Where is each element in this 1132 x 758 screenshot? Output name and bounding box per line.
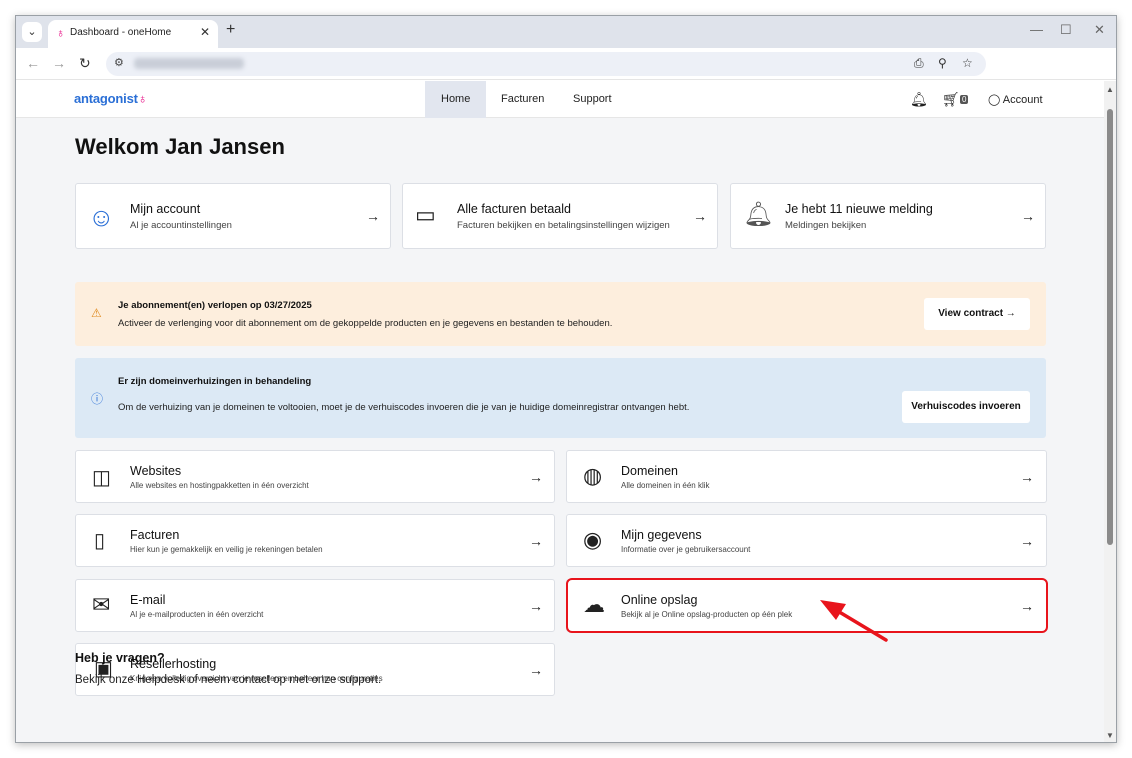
logo-mark-icon: ♁ — [137, 91, 148, 106]
card-subtitle: Alle domeinen in één klik — [621, 481, 710, 490]
warning-icon: ⚠ — [91, 306, 102, 320]
cart-icon[interactable]: 🛒︎ — [942, 91, 960, 108]
card-title: Alle facturen betaald — [457, 202, 571, 216]
card-mijn-gegevens[interactable]: ◉ Mijn gegevens Informatie over je gebru… — [566, 514, 1047, 567]
browser-window: ⌄ ♁ Dashboard - oneHome ✕ + — ☐ ✕ ← → ↻ … — [15, 15, 1117, 743]
card-subtitle: Alle websites en hostingpakketten in één… — [130, 481, 309, 490]
envelope-icon: ✉ — [92, 592, 111, 617]
verhuiscodes-button[interactable]: Verhuiscodes invoeren — [902, 391, 1030, 423]
smiley-icon: ☺ — [88, 202, 115, 232]
scroll-up-icon[interactable]: ▲ — [1106, 85, 1114, 94]
install-app-icon[interactable]: ⎙ — [914, 56, 924, 71]
card-subtitle: Al je accountinstellingen — [130, 220, 232, 231]
card-email[interactable]: ✉ E-mail Al je e-mailproducten in één ov… — [75, 579, 555, 632]
faq-heading: Heb je vragen? — [75, 651, 165, 665]
view-contract-label: View contract — [938, 308, 1004, 319]
warning-text: Activeer de verlenging voor dit abonneme… — [118, 318, 613, 329]
tab-strip: ⌄ ♁ Dashboard - oneHome ✕ + — ☐ ✕ — [16, 16, 1116, 48]
arrow-right-icon: → — [1020, 533, 1034, 549]
subscription-warning: ⚠ Je abonnement(en) verlopen op 03/27/20… — [75, 282, 1046, 346]
card-subtitle: Al je e-mailproducten in één overzicht — [130, 610, 264, 619]
arrow-right-icon: → — [1021, 208, 1035, 224]
arrow-right-icon: → — [529, 533, 543, 549]
credit-card-icon: ▭ — [415, 202, 436, 227]
reload-icon[interactable]: ↻ — [79, 55, 91, 72]
globe-icon: ◍ — [583, 463, 603, 488]
cart-count-badge: 0 — [960, 95, 969, 104]
maximize-icon[interactable]: ☐ — [1060, 22, 1072, 38]
close-window-icon[interactable]: ✕ — [1094, 22, 1105, 38]
bell-alert-icon: 🔔︎ — [743, 201, 774, 228]
site-header: antagonist♁ Home Facturen Support 🔔︎ 🛒︎ … — [16, 81, 1106, 118]
scrollbar-thumb[interactable] — [1107, 109, 1113, 545]
antagonist-logo[interactable]: antagonist♁ — [74, 91, 147, 106]
user-circle-icon: ◉ — [583, 527, 603, 552]
document-icon: ▯ — [94, 530, 106, 552]
back-icon[interactable]: ← — [26, 55, 40, 71]
card-facturen[interactable]: ▯ Facturen Hier kun je gemakkelijk en ve… — [75, 514, 555, 567]
zoom-icon[interactable]: ⚲ — [938, 56, 947, 70]
arrow-right-icon: → — [529, 662, 543, 678]
highlight-box — [566, 578, 1048, 633]
warning-title: Je abonnement(en) verlopen op 03/27/2025 — [118, 300, 312, 311]
card-title: Facturen — [130, 528, 180, 542]
card-subtitle: Meldingen bekijken — [785, 220, 867, 231]
nav-facturen[interactable]: Facturen — [485, 81, 560, 118]
address-bar[interactable]: ⚙ ⎙ ⚲ ☆ — [106, 52, 986, 76]
card-meldingen[interactable]: 🔔︎ Je hebt 11 nieuwe melding Meldingen b… — [730, 183, 1046, 249]
page-scrollbar[interactable]: ▲ ▼ — [1104, 81, 1116, 742]
account-icon: ◯ — [988, 94, 1001, 106]
favicon-icon: ♁ — [56, 26, 65, 40]
account-button[interactable]: ◯ Account — [988, 93, 1043, 106]
card-facturen-betaald[interactable]: ▭ Alle facturen betaald Facturen bekijke… — [402, 183, 718, 249]
card-title: Websites — [130, 464, 182, 478]
tab-search-button[interactable]: ⌄ — [22, 22, 42, 42]
new-tab-button[interactable]: + — [226, 21, 235, 39]
card-websites[interactable]: ◫ Websites Alle websites en hostingpakke… — [75, 450, 555, 503]
notification-bell-icon[interactable]: 🔔︎ — [910, 91, 928, 108]
arrow-right-icon: → — [529, 598, 543, 614]
arrow-right-icon: → — [366, 208, 380, 224]
minimize-icon[interactable]: — — [1030, 22, 1043, 37]
card-subtitle: Informatie over je gebruikersaccount — [621, 545, 751, 554]
page-content: antagonist♁ Home Facturen Support 🔔︎ 🛒︎ … — [16, 81, 1106, 742]
card-title: Mijn gegevens — [621, 528, 702, 542]
site-info-icon[interactable]: ⚙ — [114, 56, 124, 69]
card-mijn-account[interactable]: ☺ Mijn account Al je accountinstellingen… — [75, 183, 391, 249]
card-title: Mijn account — [130, 202, 201, 216]
url-text-blurred — [134, 58, 244, 69]
info-title: Er zijn domeinverhuizingen in behandelin… — [118, 376, 312, 387]
tab-title: Dashboard - oneHome — [70, 27, 172, 38]
card-domeinen[interactable]: ◍ Domeinen Alle domeinen in één klik → — [566, 450, 1047, 503]
nav-support[interactable]: Support — [557, 81, 628, 118]
arrow-right-icon: → — [693, 208, 707, 224]
account-label: Account — [1002, 94, 1043, 106]
card-subtitle: Hier kun je gemakkelijk en veilig je rek… — [130, 545, 323, 554]
browser-tab[interactable]: ♁ Dashboard - oneHome ✕ — [48, 20, 218, 48]
arrow-right-icon: → — [1020, 469, 1034, 485]
bookmark-star-icon[interactable]: ☆ — [962, 56, 973, 70]
logo-text: antagonist — [74, 91, 138, 106]
website-icon: ◫ — [92, 467, 111, 489]
faq-text: Bekijk onze Helpdesk of neem contact op … — [75, 674, 382, 686]
page-title: Welkom Jan Jansen — [75, 134, 285, 159]
arrow-right-icon: → — [529, 469, 543, 485]
info-text: Om de verhuizing van je domeinen te volt… — [118, 402, 690, 413]
forward-icon[interactable]: → — [52, 55, 66, 71]
card-title: Domeinen — [621, 464, 678, 478]
card-title: E-mail — [130, 593, 166, 607]
card-title: Je hebt 11 nieuwe melding — [785, 202, 933, 216]
browser-toolbar: ← → ↻ ⚙ ⎙ ⚲ ☆ — [16, 48, 1116, 80]
close-tab-icon[interactable]: ✕ — [200, 25, 210, 39]
nav-home[interactable]: Home — [425, 81, 487, 118]
view-contract-button[interactable]: View contract → — [924, 298, 1030, 330]
scroll-down-icon[interactable]: ▼ — [1106, 731, 1114, 740]
info-icon: ⓘ — [91, 392, 104, 406]
annotation-arrow-icon — [820, 600, 888, 642]
card-subtitle: Facturen bekijken en betalingsinstelling… — [457, 220, 670, 231]
domain-transfer-info: ⓘ Er zijn domeinverhuizingen in behandel… — [75, 358, 1046, 438]
